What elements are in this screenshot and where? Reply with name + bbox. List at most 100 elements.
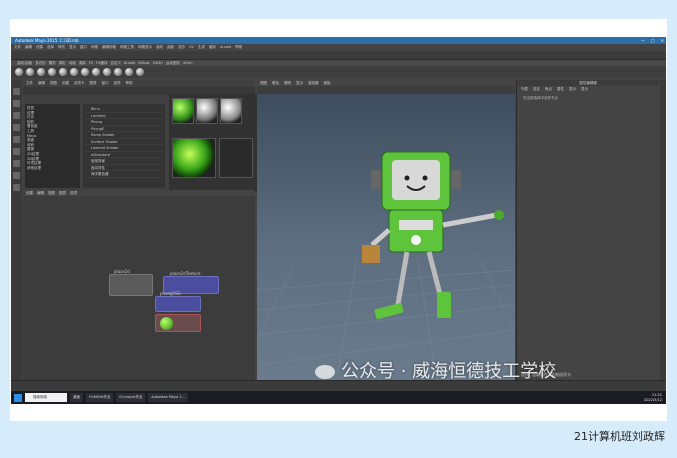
taskbar-item[interactable]: H:\MAYA作业 (86, 393, 114, 402)
menu-item[interactable]: UV (189, 44, 194, 51)
node-place2d[interactable]: place2d (109, 269, 153, 296)
layout-icon[interactable] (13, 160, 20, 167)
menu-item[interactable]: 窗口 (80, 44, 87, 51)
maximize-icon[interactable]: □ (651, 37, 655, 44)
node-editor-menu: 创建 编辑 视图 图表 选项 (23, 190, 255, 196)
sphere-icon[interactable] (70, 68, 78, 76)
sphere-icon[interactable] (114, 68, 122, 76)
menu-item[interactable]: 创建 (36, 44, 43, 51)
menu-item[interactable]: 网格 (91, 44, 98, 51)
rotate-tool-icon[interactable] (13, 136, 20, 143)
tree-item[interactable]: 其他纹理 (27, 166, 78, 171)
shelf (11, 66, 666, 78)
attribute-tab[interactable]: 列表 (521, 87, 528, 91)
shader-item[interactable]: 海洋着色器 (85, 171, 163, 178)
menu-item[interactable]: 文件 (14, 44, 21, 51)
select-tool-icon[interactable] (13, 88, 20, 95)
menu-item[interactable]: 帮助 (235, 44, 242, 51)
menu-item[interactable]: 修改 (58, 44, 65, 51)
layout-icon[interactable] (13, 172, 20, 179)
window-title: Autodesk Maya 2015: C:\3D.mb (15, 38, 79, 43)
minimize-icon[interactable]: — (641, 37, 645, 44)
layout-icon[interactable] (13, 184, 20, 191)
node-editor-menu-item[interactable]: 图表 (59, 190, 66, 196)
taskbar-item[interactable]: 桌面 (70, 393, 83, 402)
toolbox (11, 80, 22, 380)
taskbar-item[interactable]: Autodesk Maya 2... (148, 393, 188, 402)
lasso-tool-icon[interactable] (13, 100, 20, 107)
sphere-icon[interactable] (48, 68, 56, 76)
attribute-tab[interactable]: 选定 (533, 87, 540, 91)
material-swatch[interactable] (172, 98, 194, 124)
hypershade-menu-item[interactable]: 视图 (50, 81, 57, 85)
hypershade-menu-item[interactable]: 窗口 (102, 81, 109, 85)
node-material[interactable] (155, 314, 201, 332)
taskbar-item[interactable]: D:\maya\作业 (116, 393, 146, 402)
node-editor-menu-item[interactable]: 视图 (48, 190, 55, 196)
taskbar-search[interactable]: 搜索网络 (25, 393, 67, 402)
material-swatch[interactable] (196, 98, 218, 124)
status-line (11, 51, 666, 60)
material-swatch[interactable] (220, 98, 242, 124)
attribute-editor: 属性编辑器 列表 选定 焦点 属性 显示 显示 在当前选择中没有节点 选择 加载属性 复制选项… (516, 80, 659, 380)
move-tool-icon[interactable] (13, 124, 20, 131)
windows-taskbar: 搜索网络 桌面 H:\MAYA作业 D:\maya\作业 Autodesk Ma… (11, 391, 666, 404)
menu-item[interactable]: 网格工具 (120, 44, 134, 51)
material-preview (172, 138, 216, 178)
wechat-icon (315, 365, 335, 379)
material-swatches (169, 94, 257, 192)
hypershade-menu-item[interactable]: 编辑 (38, 81, 45, 85)
material-preview-empty (219, 138, 253, 178)
menu-item[interactable]: 编辑网格 (102, 44, 116, 51)
hypershade-menu-item[interactable]: 帮助 (126, 81, 133, 85)
scale-tool-icon[interactable] (13, 148, 20, 155)
scene-view (257, 151, 515, 380)
node-editor-menu-item[interactable]: 创建 (26, 190, 33, 196)
sphere-icon[interactable] (103, 68, 111, 76)
menu-item[interactable]: 选择 (47, 44, 54, 51)
hypershade-panel: 文件 编辑 视图 创建 选项卡 图表 窗口 选项 帮助 材质 纹理 灯光 相机 着色组 工具 Maya 表面体… (23, 80, 257, 380)
robot-model[interactable] (362, 151, 504, 320)
hypershade-menu-item[interactable]: 创建 (62, 81, 69, 85)
sphere-icon[interactable] (81, 68, 89, 76)
node-shader[interactable]: phong1SG (155, 291, 201, 312)
sphere-icon[interactable] (59, 68, 67, 76)
menu-item[interactable]: 缓存 (209, 44, 216, 51)
menu-item[interactable]: 曲面 (167, 44, 174, 51)
sphere-icon[interactable] (125, 68, 133, 76)
persp-viewport[interactable]: 视图 着色 照明 显示 渲染器 面板 (257, 80, 515, 380)
close-icon[interactable]: ✕ (661, 37, 664, 44)
menu-item[interactable]: Arnold (220, 44, 231, 51)
hypershade-menu-item[interactable]: 图表 (90, 81, 97, 85)
menu-item[interactable]: 显示 (69, 44, 76, 51)
shader-list: Blinn Lambert Phong PhongE Ramp Shader Surfac… (83, 104, 165, 188)
attribute-tab[interactable]: 焦点 (545, 87, 552, 91)
attribute-tab[interactable]: 显示 (581, 87, 588, 91)
hypershade-menu-item[interactable]: 文件 (26, 81, 33, 85)
create-tree: 材质 纹理 灯光 相机 着色组 工具 Maya 表面 体积 置换 2D纹理 3D纹理 环境纹理 其他纹理 (25, 104, 80, 188)
sphere-icon[interactable] (15, 68, 23, 76)
menu-item[interactable]: 变形 (178, 44, 185, 51)
caption: 21计算机班刘政辉 (574, 430, 665, 443)
sphere-icon[interactable] (26, 68, 34, 76)
sphere-icon[interactable] (92, 68, 100, 76)
attribute-tab[interactable]: 显示 (569, 87, 576, 91)
hypershade-menu-item[interactable]: 选项卡 (74, 81, 85, 85)
windows-start-icon[interactable] (14, 393, 22, 402)
node-editor-menu-item[interactable]: 选项 (70, 190, 77, 196)
menu-item[interactable]: 曲线 (156, 44, 163, 51)
hypershade-menu: 文件 编辑 视图 创建 选项卡 图表 窗口 选项 帮助 (23, 80, 255, 86)
sphere-icon[interactable] (136, 68, 144, 76)
paint-tool-icon[interactable] (13, 112, 20, 119)
channel-box-strip[interactable] (660, 80, 666, 380)
hypershade-browser: 文件 编辑 视图 创建 选项卡 图表 窗口 选项 帮助 材质 纹理 灯光 相机 着色组 工具 Maya 表面体… (23, 80, 257, 192)
menu-item[interactable]: 编辑 (25, 44, 32, 51)
menu-item[interactable]: 生成 (198, 44, 205, 51)
attribute-tab[interactable]: 属性 (557, 87, 564, 91)
node-editor: 创建 编辑 视图 图表 选项 place2d place2dTexture phong1… (23, 190, 255, 380)
hypershade-menu-item[interactable]: 选项 (114, 81, 121, 85)
taskbar-clock[interactable]: 11:21 2022/5/12 (644, 393, 666, 402)
menu-item[interactable]: 网格显示 (138, 44, 152, 51)
sphere-icon[interactable] (37, 68, 45, 76)
node-editor-menu-item[interactable]: 编辑 (37, 190, 44, 196)
